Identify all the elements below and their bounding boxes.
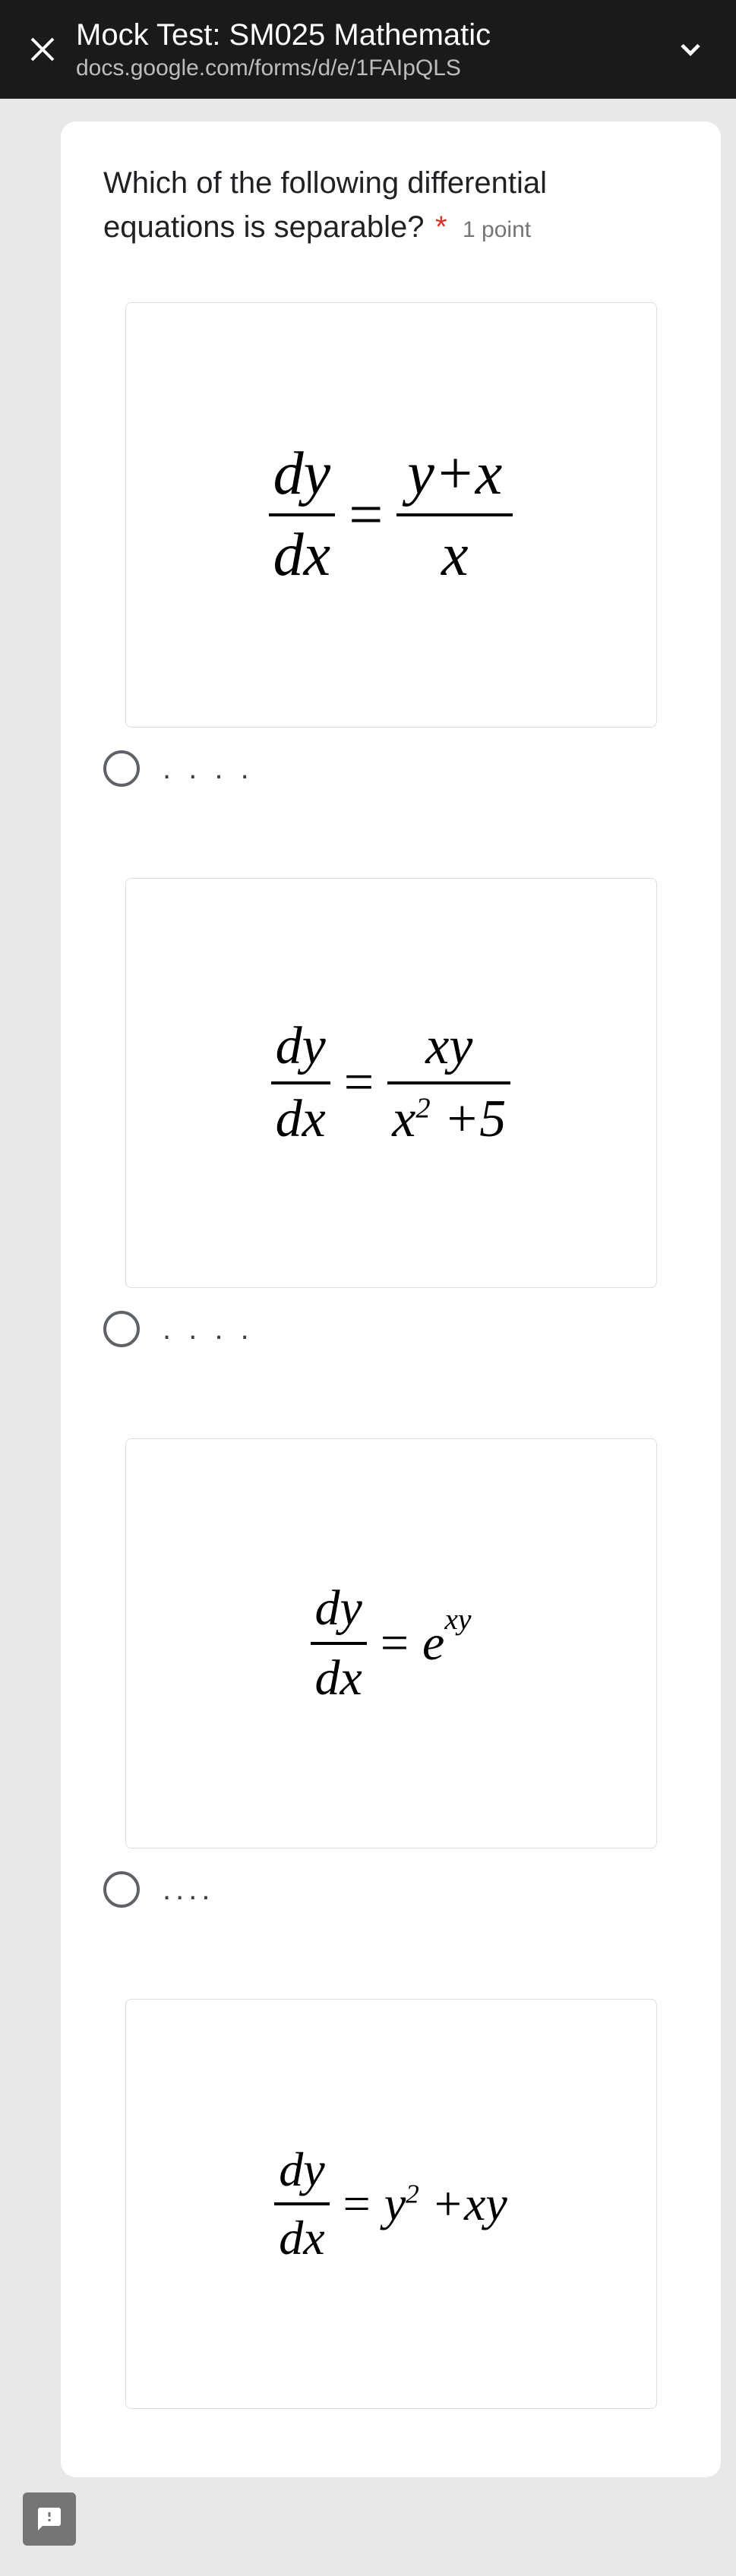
page-body: Which of the following differential equa…: [0, 99, 736, 2477]
eq-c-lhs-den: dx: [311, 1649, 367, 1707]
eq-d-rhs: y2 +xy: [384, 2176, 507, 2232]
equation-c: dy dx = exy: [311, 1580, 472, 1707]
chevron-down-icon[interactable]: [669, 28, 712, 71]
option-a-label: . . . .: [163, 752, 254, 786]
eq-b-lhs-den: dx: [271, 1089, 330, 1150]
eq-c-rhs-exp: xy: [444, 1602, 471, 1637]
eq-b-lhs-num: dy: [271, 1016, 330, 1077]
option-c-radio-row[interactable]: ....: [103, 1871, 678, 1908]
option-c: dy dx = exy ....: [103, 1438, 678, 1908]
eq-a-rhs-num: y+x: [396, 440, 513, 509]
radio-icon[interactable]: [103, 750, 140, 787]
page-url: docs.google.com/forms/d/e/1FAIpQLS: [76, 55, 654, 81]
equation-b: dy dx = xy x2 +5: [271, 1016, 511, 1150]
option-b-label: . . . .: [163, 1312, 254, 1346]
page-title: Mock Test: SM025 Mathematic: [76, 18, 654, 52]
option-c-label: ....: [163, 1873, 214, 1907]
eq-a-lhs-num: dy: [269, 440, 336, 509]
alert-icon: [36, 2505, 63, 2533]
close-icon[interactable]: [24, 31, 61, 68]
equation-a: dy dx = y+x x: [269, 440, 513, 590]
option-a: dy dx = y+x x . . . .: [103, 302, 678, 787]
option-b-equation-image: dy dx = xy x2 +5: [125, 878, 657, 1288]
option-c-equation-image: dy dx = exy: [125, 1438, 657, 1848]
eq-c-sign: =: [381, 1615, 409, 1672]
eq-d-lhs-den: dx: [274, 2210, 329, 2266]
eq-d-sign: =: [343, 2176, 371, 2232]
option-d-equation-image: dy dx = y2 +xy: [125, 1999, 657, 2409]
option-a-equation-image: dy dx = y+x x: [125, 302, 657, 728]
equation-d: dy dx = y2 +xy: [274, 2142, 507, 2266]
eq-b-sign: =: [344, 1053, 374, 1113]
options-list: dy dx = y+x x . . . .: [103, 302, 678, 2409]
eq-a-sign: =: [349, 481, 383, 550]
option-d: dy dx = y2 +xy: [103, 1999, 678, 2409]
eq-b-rhs-num: xy: [421, 1016, 477, 1077]
points-label: 1 point: [463, 217, 531, 242]
radio-icon[interactable]: [103, 1311, 140, 1347]
eq-a-rhs-den: x: [437, 521, 473, 590]
browser-topbar: Mock Test: SM025 Mathematic docs.google.…: [0, 0, 736, 99]
report-problem-button[interactable]: [23, 2492, 76, 2546]
question-row: Which of the following differential equa…: [103, 161, 678, 249]
option-b: dy dx = xy x2 +5: [103, 878, 678, 1347]
eq-d-lhs-num: dy: [274, 2142, 329, 2198]
eq-a-lhs-den: dx: [269, 521, 336, 590]
option-a-radio-row[interactable]: . . . .: [103, 750, 678, 787]
eq-b-rhs-den: x2 +5: [387, 1089, 510, 1150]
question-card: Which of the following differential equa…: [61, 122, 721, 2477]
eq-c-lhs-num: dy: [311, 1580, 367, 1637]
required-star: *: [435, 210, 447, 244]
option-b-radio-row[interactable]: . . . .: [103, 1311, 678, 1347]
radio-icon[interactable]: [103, 1871, 140, 1908]
title-block: Mock Test: SM025 Mathematic docs.google.…: [76, 18, 654, 81]
eq-c-rhs-base: e: [422, 1615, 444, 1672]
